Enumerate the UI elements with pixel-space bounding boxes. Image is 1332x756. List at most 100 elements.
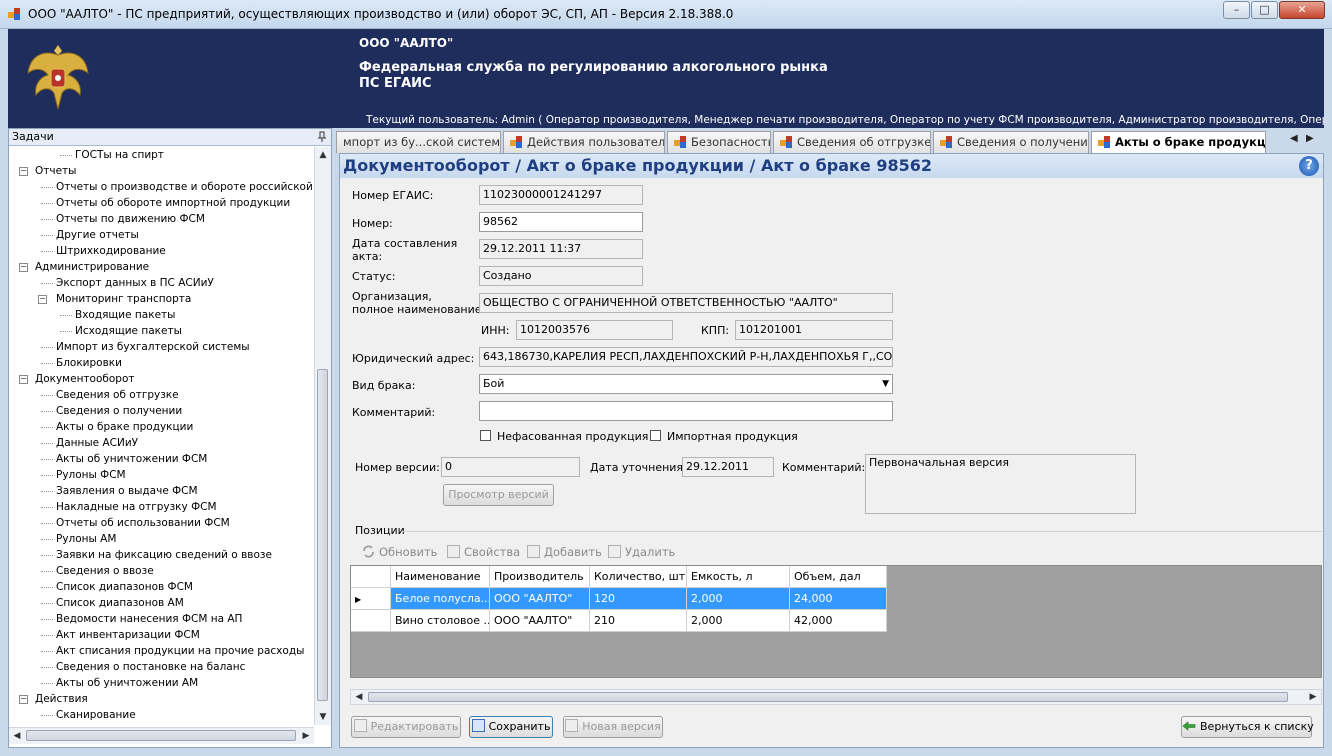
tree-item[interactable]: Список диапазонов АМ xyxy=(56,595,184,611)
grid-column-header[interactable]: Емкость, л xyxy=(687,566,790,588)
properties-button[interactable]: Свойства xyxy=(447,543,520,561)
collapse-toggle-icon[interactable]: − xyxy=(19,167,28,176)
close-button[interactable]: ✕ xyxy=(1279,1,1325,19)
collapse-toggle-icon[interactable]: − xyxy=(38,295,47,304)
edit-button[interactable]: Редактировать xyxy=(351,716,461,738)
grid-hscroll-thumb[interactable] xyxy=(368,692,1288,702)
tree-item[interactable]: Накладные на отгрузку ФСМ xyxy=(56,499,217,515)
table-cell[interactable]: ООО "ААЛТО" xyxy=(490,588,590,610)
comment-input[interactable] xyxy=(479,401,893,421)
tree-item[interactable]: Блокировки xyxy=(56,355,122,371)
row-header[interactable] xyxy=(351,610,391,632)
tree-item[interactable]: Данные АСИиУ xyxy=(56,435,138,451)
table-cell[interactable]: 2,000 xyxy=(687,610,790,632)
tree-item[interactable]: Сведения о постановке на баланс xyxy=(56,659,245,675)
table-cell[interactable]: 24,000 xyxy=(790,588,887,610)
tab-3[interactable]: Сведения об отгрузке xyxy=(773,131,931,153)
scroll-up-icon[interactable]: ▲ xyxy=(315,147,331,163)
tab-5[interactable]: Акты о браке продукции xyxy=(1091,131,1266,154)
tree-item[interactable]: Администрирование xyxy=(35,259,149,275)
grid-scroll-left-icon[interactable]: ◀ xyxy=(351,689,367,705)
tree-item[interactable]: Исходящие пакеты xyxy=(75,323,182,339)
tree-item[interactable]: Акты об уничтожении АМ xyxy=(56,675,198,691)
tree-item[interactable]: Акт инвентаризации ФСМ xyxy=(56,627,200,643)
tab-4[interactable]: Сведения о получении xyxy=(933,131,1089,153)
tree-item[interactable]: Документооборот xyxy=(35,371,135,387)
view-versions-button[interactable]: Просмотр версий xyxy=(443,484,554,506)
tree-item[interactable]: Отчеты xyxy=(35,163,76,179)
save-button[interactable]: Сохранить xyxy=(469,716,553,738)
tree-hscroll-thumb[interactable] xyxy=(26,730,296,741)
help-icon[interactable]: ? xyxy=(1299,156,1319,176)
grid-column-header[interactable]: Наименование xyxy=(391,566,490,588)
positions-grid[interactable]: Наименование Производитель Количество, шт Е… xyxy=(350,565,1322,678)
scroll-down-icon[interactable]: ▼ xyxy=(315,709,331,725)
tree-item[interactable]: Отчеты об использовании ФСМ xyxy=(56,515,230,531)
tree-scroll-thumb[interactable] xyxy=(317,369,328,701)
tree-item[interactable]: Отчеты по движению ФСМ xyxy=(56,211,205,227)
table-cell[interactable]: 120 xyxy=(590,588,687,610)
table-cell[interactable]: 210 xyxy=(590,610,687,632)
tree-horizontal-scrollbar[interactable]: ◀ ▶ xyxy=(9,727,314,744)
tab-scroll-right-icon[interactable]: ▶ xyxy=(1306,133,1314,144)
minimize-button[interactable]: – xyxy=(1223,1,1250,19)
tree-item[interactable]: Заявки на фиксацию сведений о ввозе xyxy=(56,547,272,563)
unpacked-checkbox[interactable] xyxy=(480,430,491,441)
new-version-button[interactable]: Новая версия xyxy=(563,716,663,738)
task-tree[interactable]: ГОСТы на спирт Отчеты − Отчеты о производст… xyxy=(9,147,314,725)
table-cell[interactable]: Вино столовое ... xyxy=(391,610,490,632)
collapse-toggle-icon[interactable]: − xyxy=(19,375,28,384)
tree-item[interactable]: ГОСТы на спирт xyxy=(75,147,164,163)
tree-item[interactable]: Акт списания продукции на прочие расходы xyxy=(56,643,304,659)
tree-item[interactable]: Сведения о ввозе xyxy=(56,563,154,579)
tree-item[interactable]: Отчеты об обороте импортной продукции xyxy=(56,195,290,211)
tree-item[interactable]: Мониторинг транспорта xyxy=(56,291,191,307)
tree-item[interactable]: Сканирование xyxy=(56,707,136,723)
tree-item[interactable]: Сведения об отгрузке xyxy=(56,387,179,403)
tab-scroll-left-icon[interactable]: ◀ xyxy=(1290,133,1298,144)
grid-column-header[interactable]: Объем, дал xyxy=(790,566,887,588)
grid-column-header[interactable]: Производитель xyxy=(490,566,590,588)
grid-horizontal-scrollbar[interactable]: ◀ ▶ xyxy=(350,689,1322,705)
tree-item[interactable]: Акты о браке продукции xyxy=(56,419,193,435)
defect-select[interactable]: Бой ▼ xyxy=(479,374,893,394)
tree-item[interactable]: Сведения о получении xyxy=(56,403,182,419)
table-cell[interactable]: 42,000 xyxy=(790,610,887,632)
table-cell[interactable]: ООО "ААЛТО" xyxy=(490,610,590,632)
tree-vertical-scrollbar[interactable]: ▲ ▼ xyxy=(314,147,331,725)
tree-item[interactable]: Акты об уничтожении ФСМ xyxy=(56,451,207,467)
tree-item[interactable]: Экспорт данных в ПС АСИиУ xyxy=(56,275,214,291)
tab-1[interactable]: Действия пользователя xyxy=(503,131,665,153)
tree-item[interactable]: Отчеты о производстве и обороте российск… xyxy=(56,179,314,195)
window-titlebar[interactable]: ООО "ААЛТО" - ПС предприятий, осуществля… xyxy=(0,0,1332,29)
refresh-button[interactable]: Обновить xyxy=(362,543,437,561)
tree-item[interactable]: Действия xyxy=(35,691,88,707)
collapse-toggle-icon[interactable]: − xyxy=(19,263,28,272)
maximize-button[interactable]: □ xyxy=(1251,1,1278,19)
scroll-right-icon[interactable]: ▶ xyxy=(298,728,314,744)
tree-item[interactable]: Список диапазонов ФСМ xyxy=(56,579,193,595)
scroll-left-icon[interactable]: ◀ xyxy=(9,728,25,744)
tree-item[interactable]: Рулоны АМ xyxy=(56,531,116,547)
tree-item[interactable]: Другие отчеты xyxy=(56,227,139,243)
number-field[interactable]: 98562 xyxy=(479,212,643,232)
row-header[interactable]: ▶ xyxy=(351,588,391,610)
delete-button[interactable]: Удалить xyxy=(608,543,675,561)
import-checkbox[interactable] xyxy=(650,430,661,441)
grid-column-header[interactable]: Количество, шт xyxy=(590,566,687,588)
tree-item[interactable]: Ведомости нанесения ФСМ на АП xyxy=(56,611,242,627)
collapse-toggle-icon[interactable]: − xyxy=(19,695,28,704)
tree-item[interactable]: Штрихкодирование xyxy=(56,243,166,259)
table-cell[interactable]: 2,000 xyxy=(687,588,790,610)
back-to-list-button[interactable]: Вернуться к списку xyxy=(1181,716,1314,738)
chevron-down-icon[interactable]: ▼ xyxy=(882,375,889,393)
grid-scroll-right-icon[interactable]: ▶ xyxy=(1305,689,1321,705)
tree-item[interactable]: Импорт из бухгалтерской системы xyxy=(56,339,250,355)
add-button[interactable]: Добавить xyxy=(527,543,602,561)
tree-item[interactable]: Заявления о выдаче ФСМ xyxy=(56,483,198,499)
tab-0[interactable]: мпорт из бу...ской системы xyxy=(336,131,501,153)
tab-2[interactable]: Безопасность xyxy=(667,131,771,153)
pin-icon[interactable] xyxy=(317,131,327,143)
table-cell[interactable]: Белое полусла... xyxy=(391,588,490,610)
tree-item[interactable]: Рулоны ФСМ xyxy=(56,467,126,483)
